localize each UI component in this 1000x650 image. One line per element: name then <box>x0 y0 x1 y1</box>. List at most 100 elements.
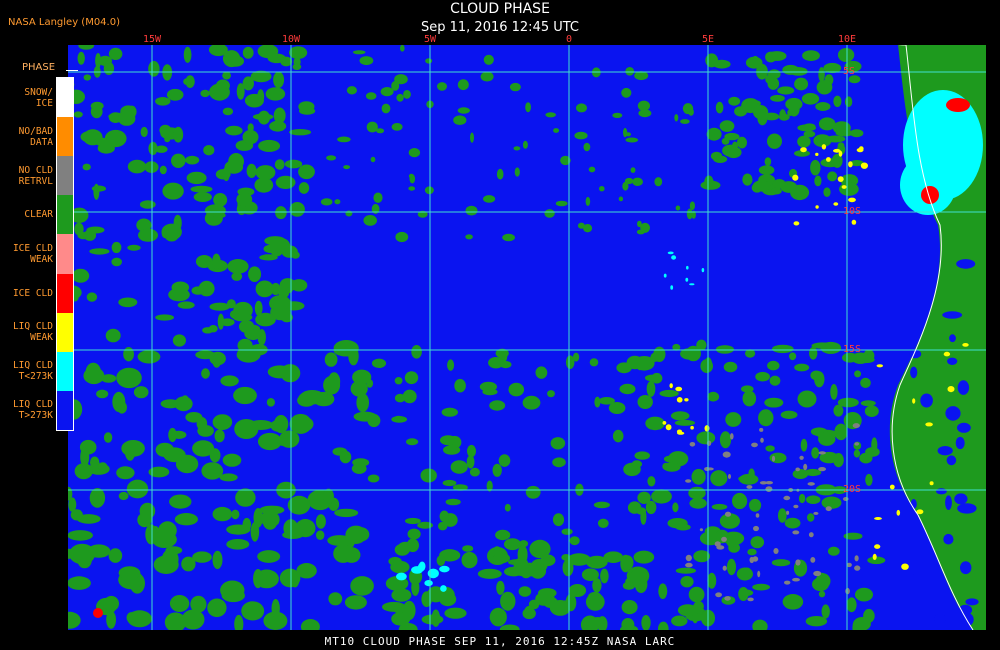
legend-swatch <box>57 390 73 430</box>
clear-patch <box>403 90 411 99</box>
clear-patch <box>242 517 252 532</box>
clear-patch <box>630 167 636 173</box>
clear-patch <box>621 600 638 615</box>
no-retrieval-patch <box>715 592 722 598</box>
no-retrieval-patch <box>813 570 822 577</box>
clear-patch <box>792 469 809 479</box>
clear-patch <box>625 137 639 143</box>
clear-patch <box>496 168 504 180</box>
liquid-cloud-patch <box>949 334 956 343</box>
clear-patch <box>291 251 300 259</box>
clear-patch <box>715 101 724 114</box>
map-canvas <box>68 45 986 630</box>
clear-patch <box>214 429 225 443</box>
weak-liquid-patch <box>792 174 799 181</box>
clear-patch <box>864 405 879 418</box>
clear-patch <box>398 541 413 553</box>
no-retrieval-patch <box>795 559 801 566</box>
no-retrieval-patch <box>845 587 850 595</box>
clear-patch <box>585 196 591 206</box>
clear-patch <box>363 215 378 226</box>
clear-patch <box>257 432 282 451</box>
weak-liquid-patch <box>676 397 683 403</box>
clear-patch <box>453 115 467 125</box>
legend-label: LIQ CLD T>273K <box>12 399 53 422</box>
no-retrieval-patch <box>716 545 725 550</box>
clear-patch <box>747 548 757 556</box>
clear-patch <box>619 383 636 395</box>
clear-patch <box>83 74 91 81</box>
clear-patch <box>212 354 222 368</box>
clear-patch <box>228 153 245 170</box>
clear-patch <box>112 391 126 412</box>
lat-label: 10S <box>843 206 862 217</box>
clear-patch <box>343 165 350 170</box>
clear-patch <box>634 451 650 460</box>
clear-patch <box>440 435 457 446</box>
clear-patch <box>191 286 205 295</box>
clear-patch <box>185 155 200 165</box>
lon-label: 0 <box>565 34 573 45</box>
clear-patch <box>222 50 241 68</box>
clear-patch <box>352 50 366 55</box>
clear-patch <box>139 200 156 209</box>
clear-patch <box>675 567 697 574</box>
clear-patch <box>496 580 505 595</box>
clear-patch <box>231 272 243 281</box>
clear-patch <box>827 171 838 182</box>
clear-patch <box>815 102 831 111</box>
clear-patch <box>767 51 787 61</box>
clear-patch <box>87 544 111 558</box>
clear-patch <box>552 457 566 468</box>
liquid-cloud-patch <box>946 455 957 466</box>
clear-patch <box>810 370 823 381</box>
no-retrieval-patch <box>685 562 693 568</box>
no-retrieval-patch <box>747 597 754 602</box>
clear-patch <box>555 200 568 207</box>
clear-patch <box>351 463 367 474</box>
clear-patch <box>193 192 212 202</box>
no-retrieval-patch <box>854 442 859 446</box>
clear-patch <box>77 51 85 65</box>
clear-patch <box>547 390 555 398</box>
lat-label: 20S <box>843 484 862 495</box>
clear-patch <box>73 111 83 118</box>
clear-patch <box>298 391 324 405</box>
clear-patch <box>222 107 234 116</box>
clear-patch <box>219 473 238 482</box>
clear-patch <box>635 507 647 515</box>
clear-patch <box>289 413 312 434</box>
clear-patch <box>283 301 305 311</box>
clear-patch <box>183 78 191 85</box>
liquid-cloud-patch <box>957 503 977 514</box>
clear-patch <box>466 455 475 469</box>
clear-patch <box>118 297 138 308</box>
clear-patch <box>798 493 806 504</box>
clear-patch <box>621 87 632 98</box>
clear-patch <box>518 586 532 597</box>
clear-patch <box>222 71 232 80</box>
legend-color-bar <box>56 77 74 431</box>
clear-patch <box>424 186 434 195</box>
clear-patch <box>593 501 611 509</box>
clear-patch <box>755 371 770 382</box>
clear-patch <box>391 416 408 423</box>
clear-patch <box>836 123 847 134</box>
clear-patch <box>770 94 785 102</box>
clear-patch <box>380 87 394 97</box>
supercooled-cloud-patch <box>667 251 674 255</box>
clear-patch <box>645 500 657 515</box>
clear-patch <box>633 550 655 564</box>
no-retrieval-patch <box>724 511 732 517</box>
weak-liquid-patch <box>833 202 839 206</box>
clear-patch <box>173 126 184 143</box>
clear-patch <box>394 377 403 385</box>
weak-liquid-patch <box>837 176 844 183</box>
liquid-cloud-patch <box>945 495 952 511</box>
clear-patch <box>164 136 171 143</box>
clear-patch <box>525 102 531 113</box>
clear-patch <box>333 544 353 563</box>
clear-patch <box>535 366 548 379</box>
clear-patch <box>241 601 265 621</box>
clear-patch <box>454 378 466 393</box>
